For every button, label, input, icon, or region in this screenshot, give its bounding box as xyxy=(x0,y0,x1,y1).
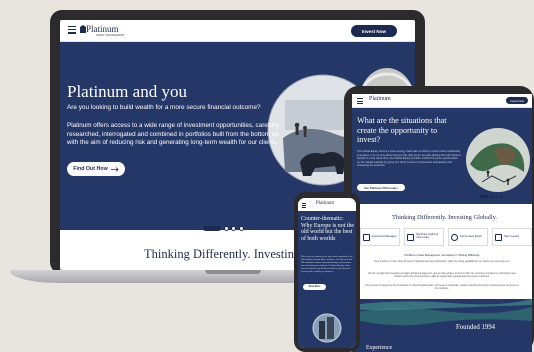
feature-label: Start investing xyxy=(504,234,520,238)
brand-logo[interactable]: Platinum xyxy=(369,96,391,102)
carousel-dot[interactable] xyxy=(480,195,489,198)
banner-text: Experience xyxy=(366,345,393,351)
hero-description: The Global Equity fund is a clean energy… xyxy=(357,150,461,168)
feature-label: Experienced Managers xyxy=(372,234,397,238)
invest-now-button[interactable]: Invest Now xyxy=(506,97,528,104)
arrow-right-icon xyxy=(110,166,119,172)
carousel-dot[interactable] xyxy=(495,195,498,198)
hero-description: Platinum offers access to a wide range o… xyxy=(67,122,279,147)
carousel-next-icon[interactable]: › xyxy=(248,225,250,231)
brand-tagline: ASSET MANAGEMENT xyxy=(96,34,125,37)
hamburger-menu-icon[interactable] xyxy=(302,203,306,208)
hero-title: What are the situations that create the … xyxy=(357,116,447,145)
carousel-dot[interactable] xyxy=(231,225,236,231)
find-out-how-button[interactable]: Find Out How xyxy=(67,162,125,176)
top-navigation: Platinum ASSET MANAGEMENT Invest Now xyxy=(60,20,415,42)
phone-screen: Platinum Counter-thematic: Why Europe is… xyxy=(298,198,356,348)
phone-navigation: Platinum xyxy=(298,198,356,211)
carousel-pagination xyxy=(480,195,503,198)
globe-icon xyxy=(451,233,458,241)
hero-description: When seen as coming to the new stock com… xyxy=(301,256,353,273)
body-paragraph: We do not approach investing as bigger g… xyxy=(368,272,516,279)
hero-title: Counter-thematic: Why Europe is not the … xyxy=(301,216,355,242)
philosophy-button[interactable]: Our Platinum Philosophy xyxy=(357,184,405,191)
section-heading: Thinking Differently. Investing Globally… xyxy=(392,214,498,221)
shield-icon xyxy=(495,233,502,241)
phone-speaker xyxy=(318,193,336,197)
hero-artwork xyxy=(466,128,530,192)
feature-label: Get the latest global xyxy=(460,234,482,238)
feature-card[interactable]: Start investing xyxy=(492,228,532,246)
tablet-screen: Platinum Invest Now What are the situati… xyxy=(352,94,532,352)
building-icon xyxy=(363,233,370,241)
hamburger-menu-icon[interactable] xyxy=(357,98,363,106)
carousel-pagination: › xyxy=(203,225,250,231)
carousel-dot[interactable] xyxy=(499,195,503,198)
hamburger-menu-icon[interactable] xyxy=(68,26,76,34)
read-more-button[interactable]: Read More xyxy=(303,284,326,290)
brand-logo[interactable]: Platinum xyxy=(86,24,119,34)
feature-list: Experienced Managers Significant insight… xyxy=(360,228,532,246)
find-out-how-label: Find Out How xyxy=(73,166,108,172)
founded-label: Founded 1994 xyxy=(456,324,496,331)
carousel-dot[interactable] xyxy=(223,225,229,231)
brand-logo[interactable]: Platinum xyxy=(316,201,334,206)
hero-subtitle: Are you looking to build wealth for a mo… xyxy=(67,104,261,111)
laptop-notch xyxy=(205,270,261,274)
carousel-dot[interactable] xyxy=(490,195,494,198)
chart-icon xyxy=(407,233,414,241)
feature-label: Significant insights & commentary xyxy=(416,233,439,239)
intro-paragraph: At Platinum Asset Management, we believe… xyxy=(404,254,480,257)
feature-card[interactable]: Experienced Managers xyxy=(360,228,400,246)
feature-card[interactable]: Significant insights & commentary xyxy=(404,228,444,246)
body-paragraph: Over a history of more than 25 years of … xyxy=(373,260,511,263)
invest-now-button[interactable]: Invest Now xyxy=(351,25,397,37)
section-heading: Thinking Differently. Investing G xyxy=(144,247,313,261)
body-paragraph: Our success is backed by the foundation … xyxy=(365,284,519,291)
carousel-dot[interactable] xyxy=(203,225,221,231)
feature-card[interactable]: Get the latest global xyxy=(448,228,488,246)
tablet-navigation: Platinum Invest Now xyxy=(352,94,532,108)
hero-title: Platinum and you xyxy=(67,82,187,101)
hero-artwork xyxy=(312,313,342,343)
carousel-dot[interactable] xyxy=(238,225,244,231)
